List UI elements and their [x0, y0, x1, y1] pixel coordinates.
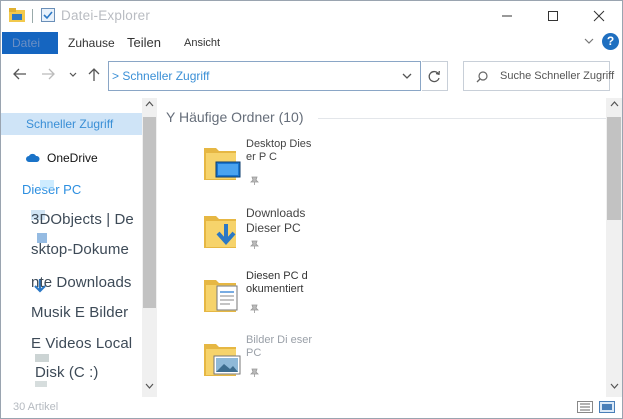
search-icon — [476, 71, 488, 83]
close-icon — [593, 10, 605, 22]
nav-item-this-pc[interactable]: Dieser PC — [22, 180, 81, 197]
minimize-button[interactable] — [484, 1, 530, 31]
scroll-down-icon[interactable] — [610, 383, 619, 389]
refresh-icon — [428, 70, 440, 83]
forward-arrow-icon[interactable] — [41, 68, 55, 80]
group-divider — [318, 118, 608, 119]
nav-scroll-thumb[interactable] — [143, 117, 156, 308]
nav-item-local-disk[interactable]: Disk (C :) — [35, 364, 99, 381]
folder-name: Diesen PC d okumentiert — [246, 270, 308, 295]
downloads-folder-icon — [204, 216, 236, 248]
ribbon-tabs: Datei Zuhause Teilen Ansicht ? — [1, 31, 622, 54]
title-separator — [32, 9, 33, 23]
folder-tile-documents[interactable]: Diesen PC d okumentiert — [202, 270, 342, 332]
status-bar: 30 Artikel — [1, 397, 622, 418]
folder-tile-downloads[interactable]: Downloads Dieser PC — [202, 206, 342, 268]
frequent-folders-header[interactable]: Y Häufige Ordner (10) — [166, 109, 303, 125]
content-scrollbar[interactable] — [606, 98, 622, 397]
address-row: > Schneller Zugriff Suche Schneller Zugr… — [1, 54, 622, 98]
tab-share[interactable]: Teilen — [127, 35, 161, 50]
folder-name: Downloads Dieser PC — [246, 206, 306, 235]
pin-icon — [250, 240, 259, 249]
navigation-pane: Schneller Zugriff OneDrive Dieser PC 3DO… — [1, 98, 157, 397]
documents-folder-icon — [204, 280, 238, 312]
tab-file[interactable]: Datei — [2, 32, 58, 54]
folder-app-icon — [9, 8, 25, 22]
recent-locations-chevron-icon[interactable] — [69, 72, 77, 78]
computer-icon — [40, 180, 54, 189]
large-icons-view-icon[interactable] — [599, 401, 615, 413]
details-view-icon[interactable] — [577, 401, 593, 413]
scroll-up-icon[interactable] — [145, 101, 154, 107]
nav-item-label: Schneller Zugriff — [26, 117, 114, 131]
content-scroll-thumb[interactable] — [607, 117, 621, 220]
ribbon-expand-chevron-icon[interactable] — [584, 37, 594, 45]
local-disk-icon — [35, 354, 49, 362]
nav-item-music-pictures[interactable]: Musik E Bilder — [31, 304, 128, 321]
item-count: 30 Artikel — [13, 401, 59, 413]
scroll-up-icon[interactable] — [610, 101, 619, 107]
drive-icon — [35, 381, 47, 387]
pictures-folder-icon — [204, 344, 241, 376]
close-button[interactable] — [576, 1, 622, 31]
maximize-icon — [548, 11, 558, 21]
nav-scrollbar[interactable] — [142, 98, 157, 397]
refresh-button[interactable] — [422, 61, 448, 91]
search-box[interactable]: Suche Schneller Zugriff — [463, 61, 614, 91]
nav-item-label: OneDrive — [47, 151, 98, 165]
nav-item-3d-objects-desktop[interactable]: 3DObjects | De — [31, 211, 134, 228]
back-arrow-icon[interactable] — [13, 68, 27, 80]
window-title: Datei-Explorer — [61, 8, 151, 23]
desktop-folder-icon — [204, 148, 241, 180]
help-button[interactable]: ? — [602, 33, 619, 50]
nav-item-desktop-documents[interactable]: sktop-Dokume — [31, 241, 129, 258]
onedrive-cloud-icon — [26, 153, 40, 162]
pin-icon — [250, 368, 259, 377]
nav-item-pictures-videos-local[interactable]: E Videos Local — [31, 335, 132, 352]
address-path[interactable]: > Schneller Zugriff — [112, 69, 210, 83]
folder-name: Desktop Dieser P C — [246, 138, 312, 163]
scroll-down-icon[interactable] — [145, 383, 154, 389]
pin-icon — [250, 176, 259, 185]
content-pane: Y Häufige Ordner (10) Desktop Dieser P C… — [158, 98, 622, 397]
pin-icon — [250, 304, 259, 313]
nav-item-onedrive[interactable]: OneDrive — [1, 147, 142, 167]
file-explorer-window: Datei-Explorer Datei Zuhause Teilen Ansi… — [0, 0, 623, 419]
nav-item-quick-access[interactable]: Schneller Zugriff — [1, 113, 142, 135]
folder-name: Bilder Di eser PC — [246, 334, 313, 359]
tab-home[interactable]: Zuhause — [68, 36, 115, 50]
maximize-button[interactable] — [530, 1, 576, 31]
title-bar[interactable]: Datei-Explorer — [1, 1, 622, 31]
properties-check-icon[interactable] — [41, 8, 55, 22]
folder-tile-desktop[interactable]: Desktop Dieser P C — [202, 138, 342, 200]
nav-item-documents-downloads[interactable]: nte Downloads — [31, 274, 132, 291]
address-bar[interactable]: > Schneller Zugriff — [108, 61, 421, 91]
up-arrow-icon[interactable] — [88, 68, 100, 82]
minimize-icon — [502, 15, 512, 17]
folder-tile-pictures[interactable]: Bilder Di eser PC — [202, 334, 342, 396]
address-dropdown-icon[interactable] — [402, 72, 412, 80]
tab-view[interactable]: Ansicht — [184, 37, 220, 49]
search-input[interactable]: Suche Schneller Zugriff — [500, 70, 614, 82]
